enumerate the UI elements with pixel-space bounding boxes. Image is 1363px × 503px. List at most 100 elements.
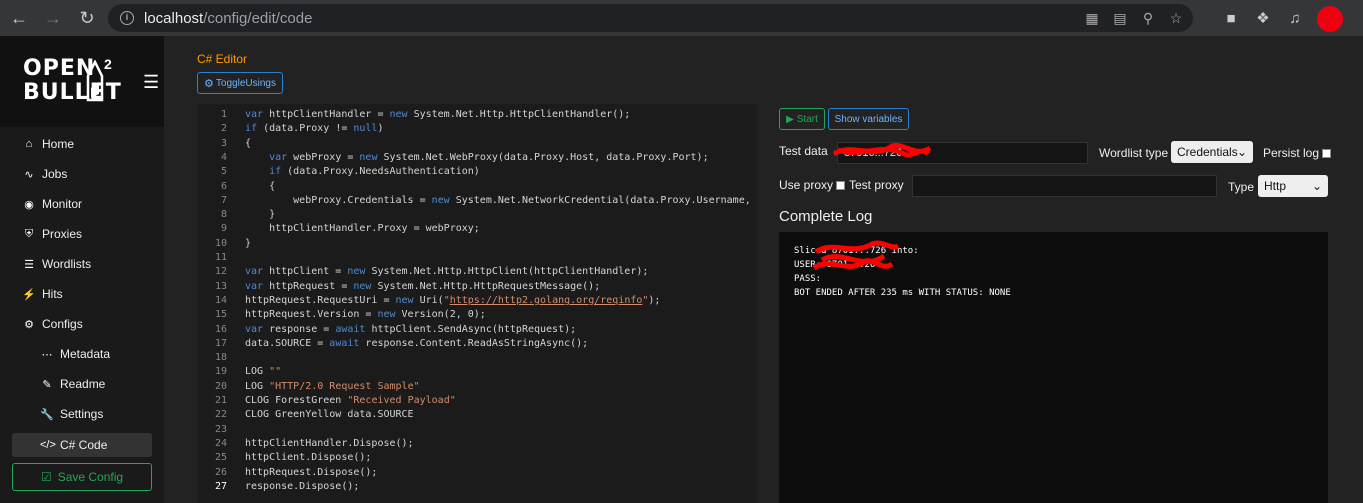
show-variables-button[interactable]: Show variables (828, 108, 909, 130)
code-line[interactable]: 24 httpClientHandler.Dispose(); (197, 437, 757, 451)
save-config-button[interactable]: ☑ Save Config (12, 463, 152, 491)
line-number: 20 (214, 380, 227, 392)
translate-icon[interactable]: ▤ (1111, 9, 1129, 27)
list-icon: ☰ (24, 258, 34, 271)
reload-icon[interactable]: ↻ (72, 3, 102, 33)
code-line[interactable]: 21 CLOG ForestGreen "Received Payload" (197, 394, 757, 408)
code-text: var httpRequest = new System.Net.Http.Ht… (245, 280, 601, 292)
code-text: httpRequest.RequestUri = new Uri("https:… (245, 294, 661, 306)
code-line[interactable]: 15 httpRequest.Version = new Version(2, 0… (197, 308, 757, 322)
browser-toolbar: ← → ↻ i localhost/config/edit/code ▦ ▤ ⚲… (0, 0, 1363, 36)
code-line[interactable]: 23 (197, 423, 757, 437)
line-number: 25 (214, 452, 227, 464)
sidebar-item-monitor[interactable]: ◉ Monitor (22, 194, 82, 214)
code-line[interactable]: 14 httpRequest.RequestUri = new Uri("http… (197, 294, 757, 308)
code-line[interactable]: 10} (197, 237, 757, 251)
code-line[interactable]: 12 var httpClient = new System.Net.Http.H… (197, 265, 757, 279)
code-line[interactable]: 11 (197, 251, 757, 265)
main-content: C# Editor ⚙ ToggleUsings 1 var httpClientH… (172, 36, 1363, 503)
code-line[interactable]: 13 var httpRequest = new System.Net.Http.… (197, 280, 757, 294)
bolt-icon: ⚡ (22, 288, 36, 301)
code-line[interactable]: 18 (197, 351, 757, 365)
puzzle-icon[interactable]: ❖ (1253, 9, 1273, 29)
address-bar[interactable]: i localhost/config/edit/code ▦ ▤ ⚲ ☆ (108, 4, 1193, 32)
sidebar-item-home[interactable]: ⌂ Home (22, 134, 74, 154)
code-line[interactable]: 5 if (data.Proxy.NeedsAuthentication) (197, 165, 757, 179)
info-icon[interactable]: i (120, 11, 134, 25)
qr-code-icon[interactable]: ▦ (1083, 9, 1101, 27)
sidebar-item-settings[interactable]: 🔧 Settings (40, 404, 103, 424)
logo-version: 2 (104, 56, 112, 72)
code-line[interactable]: 2 if (data.Proxy != null) (197, 122, 757, 136)
hamburger-menu-icon[interactable]: ☰ (143, 72, 159, 93)
wordlist-type-select[interactable]: Credentials ⌄ (1171, 141, 1253, 163)
wordlist-type-label: Wordlist type (1099, 146, 1169, 160)
proxy-type-select[interactable]: Http ⌄ (1258, 175, 1328, 197)
sidebar-item-readme[interactable]: ✎ Readme (40, 374, 105, 394)
bullet-logo-icon (86, 60, 104, 102)
code-line[interactable]: 17 data.SOURCE = await response.Content.R… (197, 337, 757, 351)
code-line[interactable]: 16 var response = await httpClient.SendAs… (197, 323, 757, 337)
code-line[interactable]: 26 httpRequest.Dispose(); (197, 466, 757, 480)
line-number: 13 (214, 280, 227, 292)
log-line: PASS: (794, 274, 822, 284)
sidebar-item-csharp-code[interactable]: </> C# Code (40, 435, 107, 455)
sidebar-item-proxies[interactable]: ⛨ Proxies (22, 224, 82, 244)
persist-log-checkbox[interactable] (1322, 149, 1332, 159)
dots-icon: ⋯ (41, 348, 53, 361)
logo-text-bullet: BULLET (23, 80, 122, 105)
toggle-usings-button[interactable]: ⚙ ToggleUsings (197, 72, 283, 94)
eye-icon: ◉ (24, 198, 34, 211)
start-button[interactable]: ▶ Start (779, 108, 825, 130)
forward-icon[interactable]: → (38, 3, 68, 33)
sidebar-item-jobs[interactable]: ∿ Jobs (22, 164, 67, 184)
code-line[interactable]: 19 LOG "" (197, 365, 757, 379)
profile-avatar[interactable] (1317, 6, 1343, 32)
code-text: CLOG GreenYellow data.SOURCE (245, 409, 414, 421)
wrench-icon: 🔧 (40, 408, 54, 421)
gear-icon: ⚙ (24, 318, 34, 331)
line-number: 4 (220, 151, 227, 163)
code-text: LOG "" (245, 366, 282, 378)
test-data-input[interactable]: 87016...726 (837, 142, 1088, 164)
line-number: 10 (214, 237, 227, 249)
media-icon[interactable]: ♫ (1285, 9, 1305, 29)
save-icon: ☑ (40, 470, 52, 484)
code-line[interactable]: 4 var webProxy = new System.Net.WebProxy… (197, 151, 757, 165)
line-number: 12 (214, 266, 227, 278)
zoom-icon[interactable]: ⚲ (1139, 9, 1157, 27)
line-number: 26 (214, 466, 227, 478)
code-line[interactable]: 20 LOG "HTTP/2.0 Request Sample" (197, 380, 757, 394)
sidebar: OPEN BULLET 2 ☰ ⌂ Home ∿ Jobs ◉ Monitor ⛨ Pr… (0, 36, 164, 503)
line-number: 7 (220, 194, 227, 206)
line-number: 9 (220, 223, 227, 235)
code-line[interactable]: 22 CLOG GreenYellow data.SOURCE (197, 408, 757, 422)
code-line[interactable]: 3{ (197, 137, 757, 151)
code-line[interactable]: 8 } (197, 208, 757, 222)
test-data-label: Test data (779, 144, 828, 158)
code-line[interactable]: 7 webProxy.Credentials = new System.Net.… (197, 194, 757, 208)
code-icon: </> (40, 439, 56, 451)
code-line[interactable]: 25 httpClient.Dispose(); (197, 451, 757, 465)
code-line[interactable]: 9 httpClientHandler.Proxy = webProxy; (197, 222, 757, 236)
app-logo[interactable]: OPEN BULLET 2 ☰ (0, 36, 164, 127)
back-icon[interactable]: ← (4, 3, 34, 33)
sidebar-item-hits[interactable]: ⚡ Hits (22, 284, 63, 304)
bookmark-star-icon[interactable]: ☆ (1167, 9, 1185, 27)
sidebar-item-configs[interactable]: ⚙ Configs (22, 314, 83, 334)
code-line[interactable]: 27 response.Dispose(); (197, 480, 757, 494)
code-line[interactable]: 6 { (197, 180, 757, 194)
code-editor[interactable]: 1 var httpClientHandler = new System.Net.… (197, 104, 757, 503)
code-line[interactable]: 1 var httpClientHandler = new System.Net.… (197, 108, 757, 122)
proxy-type-label: Type (1228, 180, 1255, 194)
extension-icon[interactable]: ■ (1221, 9, 1241, 29)
test-proxy-input[interactable] (912, 175, 1217, 197)
complete-log-output: Sliced 8701...726 into: USER: 8701...26 … (779, 232, 1328, 503)
code-text: { (245, 137, 252, 149)
code-text: var response = await httpClient.SendAsyn… (245, 323, 577, 335)
use-proxy-checkbox[interactable] (836, 181, 846, 191)
shield-icon: ⛨ (24, 227, 34, 240)
use-proxy-label: Use proxy (779, 178, 846, 192)
sidebar-item-metadata[interactable]: ⋯ Metadata (40, 344, 111, 364)
sidebar-item-wordlists[interactable]: ☰ Wordlists (22, 254, 91, 274)
